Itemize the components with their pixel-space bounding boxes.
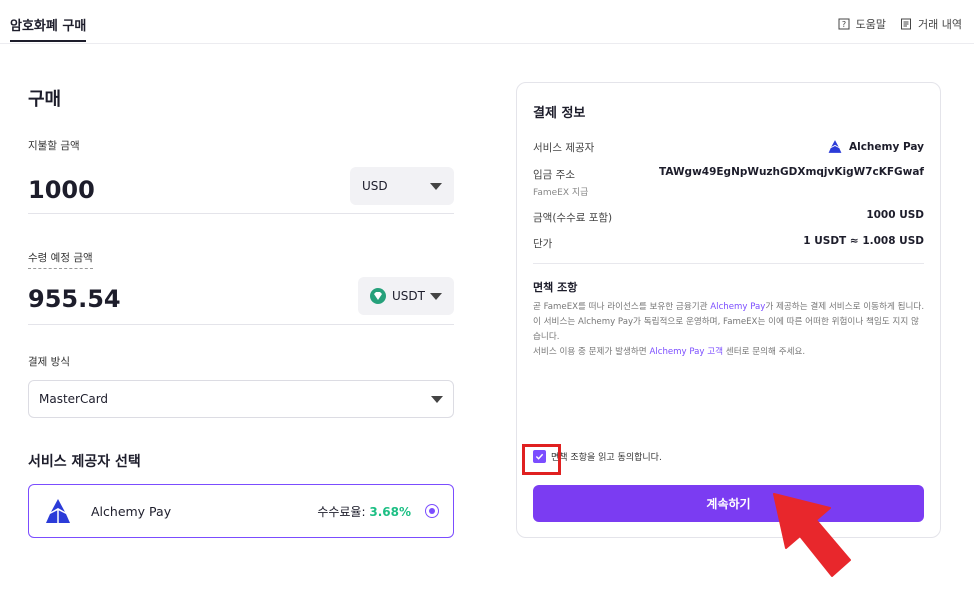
disclaimer-text-part: 곧 FameEX를 떠나 라이선스를 보유한 금융기관 <box>533 302 711 312</box>
payment-method-select[interactable]: MasterCard <box>28 380 454 418</box>
pay-amount-label: 지불할 금액 <box>28 140 80 152</box>
pointer-arrow-icon <box>773 493 851 577</box>
payment-info-title: 결제 정보 <box>533 106 586 121</box>
receive-amount-value: 955.54 <box>28 285 121 313</box>
chevron-down-icon <box>430 292 442 300</box>
provider-row-label: 서비스 제공자 <box>533 142 595 154</box>
disclaimer-text-part: 서비스 이용 중 문제가 발생하면 <box>533 347 650 357</box>
history-label: 거래 내역 <box>918 18 962 31</box>
payment-method-value: MasterCard <box>39 392 109 406</box>
help-link[interactable]: ? 도움말 <box>838 16 886 32</box>
fee-label: 수수료율: <box>317 504 366 519</box>
fee-rate: 수수료율: 3.68% <box>317 503 411 520</box>
payment-method-label: 결제 방식 <box>28 356 70 368</box>
highlight-box <box>522 444 561 475</box>
continue-button[interactable]: 계속하기 <box>533 485 924 522</box>
pay-amount-input[interactable]: 1000 <box>28 176 95 204</box>
receive-currency-select[interactable]: USDT <box>358 277 454 315</box>
divider <box>28 213 454 214</box>
tab-buy-crypto[interactable]: 암호화폐 구매 <box>10 15 86 34</box>
alchemy-pay-logo-icon <box>46 499 70 523</box>
svg-text:?: ? <box>842 20 846 29</box>
price-row-label: 단가 <box>533 238 553 250</box>
amount-row-label: 금액(수수료 포함) <box>533 212 613 224</box>
usdt-coin-icon <box>370 288 386 304</box>
address-row-value: TAWgw49EgNpWuzhGDXmqjvKigW7cKFGwaf <box>658 166 924 178</box>
address-row-sublabel: FameEX 지급 <box>533 188 589 198</box>
tab-underline <box>10 40 86 42</box>
help-label: 도움말 <box>855 18 887 31</box>
divider <box>533 263 924 264</box>
help-icon: ? <box>838 18 850 30</box>
divider <box>28 324 454 325</box>
provider-row-value: Alchemy Pay <box>827 139 924 154</box>
receive-currency-value: USDT <box>392 289 425 303</box>
disclaimer-title: 면책 조항 <box>533 281 578 294</box>
pay-currency-value: USD <box>362 179 388 193</box>
chevron-down-icon <box>431 395 443 403</box>
provider-title: 서비스 제공자 선택 <box>28 454 141 470</box>
buy-title: 구매 <box>28 89 62 110</box>
address-row-label: 입금 주소 <box>533 169 575 181</box>
amount-row-value: 1000 USD <box>866 209 924 221</box>
history-link[interactable]: 거래 내역 <box>900 16 962 32</box>
provider-radio[interactable] <box>425 504 439 518</box>
disclaimer-text-part: 센터로 문의해 주세요. <box>723 347 806 357</box>
customer-service-link[interactable]: Alchemy Pay 고객 <box>649 347 723 357</box>
disclaimer-text: 곧 FameEX를 떠나 라이선스를 보유한 금융기관 Alchemy Pay가… <box>533 300 925 360</box>
provider-option-alchemy-pay[interactable]: Alchemy Pay 수수료율: 3.68% <box>28 484 454 538</box>
agree-label: 면책 조항을 읽고 동의합니다. <box>551 453 662 463</box>
top-links: ? 도움말 거래 내역 <box>838 16 962 32</box>
top-bar: 암호화폐 구매 ? 도움말 거래 내역 <box>0 0 974 44</box>
price-row-value: 1 USDT ≈ 1.008 USD <box>803 235 924 247</box>
provider-value-text: Alchemy Pay <box>848 140 924 153</box>
pay-currency-select[interactable]: USD <box>350 167 454 205</box>
fee-value: 3.68% <box>369 504 411 519</box>
document-icon <box>901 18 912 30</box>
alchemy-pay-logo-icon <box>828 140 842 153</box>
chevron-down-icon <box>430 182 442 190</box>
receive-amount-label: 수령 예정 금액 <box>28 250 93 269</box>
alchemy-pay-link[interactable]: Alchemy Pay <box>710 302 765 312</box>
provider-name: Alchemy Pay <box>91 503 172 519</box>
payment-info-panel: 결제 정보 서비스 제공자 Alchemy Pay 입금 주소 FameEX 지… <box>516 82 941 538</box>
